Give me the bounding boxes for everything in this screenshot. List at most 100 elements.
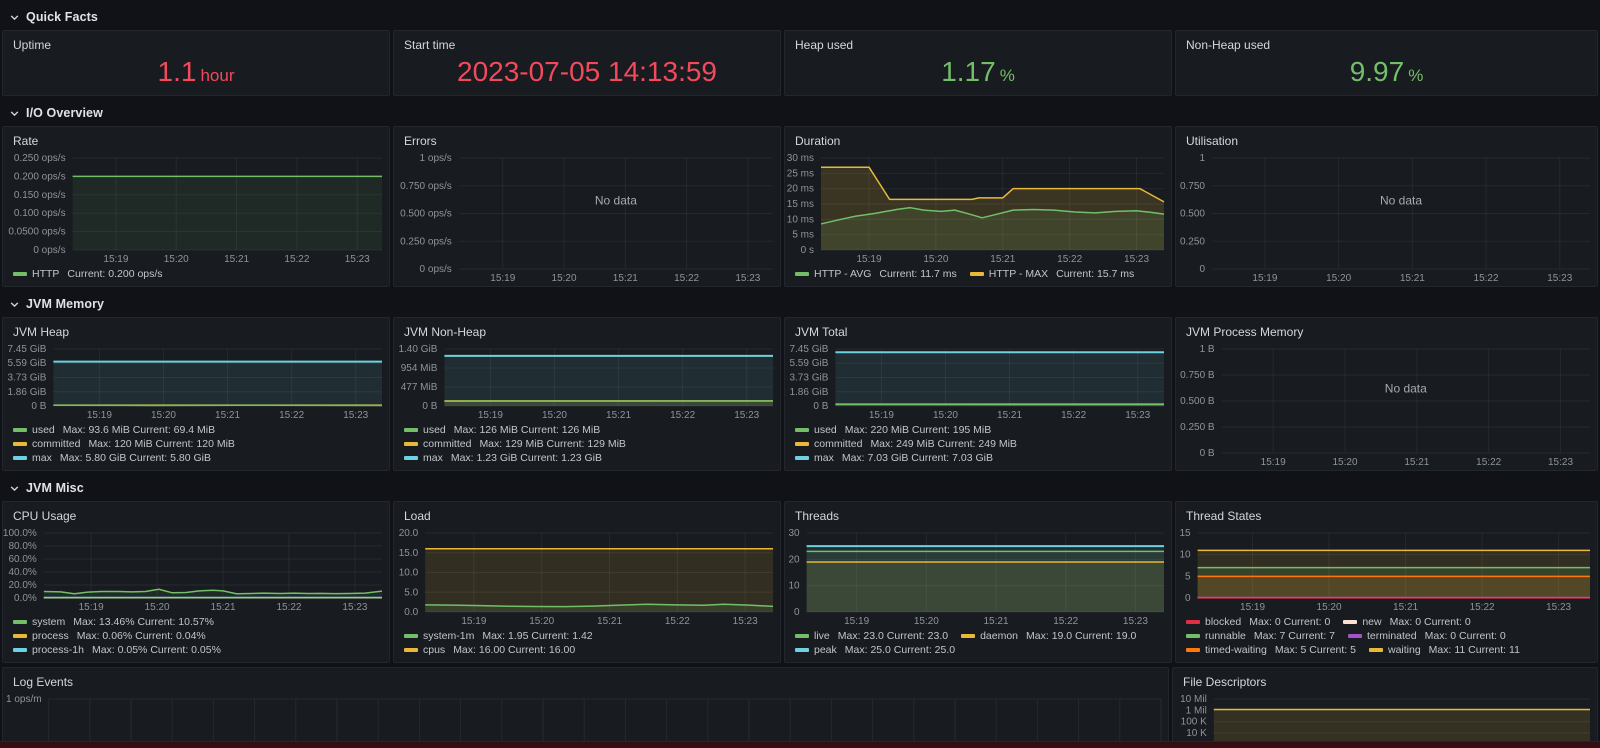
legend-item[interactable]: committedMax: 249 MiB Current: 249 MiB (795, 438, 1017, 450)
legend-item[interactable]: maxMax: 1.23 GiB Current: 1.23 GiB (404, 452, 602, 464)
chart-canvas[interactable]: 1 ops/s0.750 ops/s0.500 ops/s0.250 ops/s… (394, 150, 780, 286)
chart-canvas[interactable]: 15105015:1915:2015:2115:2215:23 (1176, 525, 1597, 615)
legend-item[interactable]: peakMax: 25.0 Current: 25.0 (795, 644, 955, 656)
legend: usedMax: 126 MiB Current: 126 MiB committ… (394, 423, 780, 470)
svg-text:15:21: 15:21 (997, 410, 1022, 421)
section-header-jvm-misc[interactable]: JVM Misc (2, 475, 1598, 501)
legend-item[interactable]: daemonMax: 19.0 Current: 19.0 (961, 630, 1136, 642)
legend-swatch (404, 648, 418, 652)
chart-area[interactable]: 7.45 GiB5.59 GiB3.73 GiB1.86 GiB0 B15:19… (785, 341, 1171, 423)
legend-item[interactable]: system-1mMax: 1.95 Current: 1.42 (404, 630, 593, 642)
legend-label: new (1362, 616, 1381, 628)
panel-title[interactable]: JVM Non-Heap (394, 318, 780, 341)
legend-swatch (13, 428, 27, 432)
svg-text:0: 0 (794, 607, 800, 618)
legend-stats: Max: 7 Current: 7 (1254, 630, 1335, 642)
legend-item[interactable]: waitingMax: 11 Current: 11 (1369, 644, 1520, 656)
chart-area[interactable]: 7.45 GiB5.59 GiB3.73 GiB1.86 GiB0 B15:19… (3, 341, 389, 423)
legend-item[interactable]: maxMax: 5.80 GiB Current: 5.80 GiB (13, 452, 211, 464)
legend-swatch (404, 634, 418, 638)
chart-area[interactable]: 0.250 ops/s0.200 ops/s0.150 ops/s0.100 o… (3, 150, 389, 267)
legend-swatch (795, 634, 809, 638)
chart-area[interactable]: 10 Mil1 Mil100 K10 K (1173, 691, 1597, 748)
legend-item[interactable]: HTTP - AVGCurrent: 11.7 ms (795, 268, 957, 280)
chart-area[interactable]: 10.7500.5000.250015:1915:2015:2115:2215:… (1176, 150, 1597, 286)
legend-item[interactable]: HTTPCurrent: 0.200 ops/s (13, 268, 163, 280)
panel-title[interactable]: File Descriptors (1173, 668, 1597, 691)
chart-canvas[interactable]: 100.0%80.0%60.0%40.0%20.0%0.0%15:1915:20… (3, 525, 389, 615)
panel-title[interactable]: Heap used (785, 31, 1171, 54)
svg-text:0.150 ops/s: 0.150 ops/s (14, 190, 66, 201)
chart-area[interactable]: 15105015:1915:2015:2115:2215:23 (1176, 525, 1597, 615)
legend-item[interactable]: committedMax: 120 MiB Current: 120 MiB (13, 438, 235, 450)
panel-title[interactable]: Rate (3, 127, 389, 150)
legend-swatch (13, 634, 27, 638)
chart-canvas[interactable]: 1 B0.750 B0.500 B0.250 B0 B15:1915:2015:… (1176, 341, 1597, 470)
panel-title[interactable]: JVM Process Memory (1176, 318, 1597, 341)
svg-text:20 ms: 20 ms (787, 184, 814, 195)
panel-title[interactable]: CPU Usage (3, 502, 389, 525)
svg-text:15:22: 15:22 (276, 602, 301, 613)
legend-item[interactable]: cpusMax: 16.00 Current: 16.00 (404, 644, 575, 656)
chart-canvas[interactable]: 302010015:1915:2015:2115:2215:23 (785, 525, 1171, 629)
chart-canvas[interactable]: 10 Mil1 Mil100 K10 K (1173, 691, 1597, 748)
panel-title[interactable]: Duration (785, 127, 1171, 150)
panel-title[interactable]: Uptime (3, 31, 389, 54)
legend-item[interactable]: liveMax: 23.0 Current: 23.0 (795, 630, 948, 642)
stat-value: 1.1 (158, 58, 197, 86)
legend-item[interactable]: terminatedMax: 0 Current: 0 (1348, 630, 1506, 642)
panel-title[interactable]: Errors (394, 127, 780, 150)
legend-item[interactable]: committedMax: 129 MiB Current: 129 MiB (404, 438, 626, 450)
chart-canvas[interactable]: 7.45 GiB5.59 GiB3.73 GiB1.86 GiB0 B15:19… (3, 341, 389, 423)
panel-title[interactable]: JVM Total (785, 318, 1171, 341)
panel-title[interactable]: Non-Heap used (1176, 31, 1597, 54)
svg-text:15:19: 15:19 (461, 616, 486, 627)
legend-item[interactable]: runnableMax: 7 Current: 7 (1186, 630, 1335, 642)
panel-title[interactable]: JVM Heap (3, 318, 389, 341)
legend-item[interactable]: systemMax: 13.46% Current: 10.57% (13, 616, 214, 628)
panel-title[interactable]: Threads (785, 502, 1171, 525)
chart-area[interactable]: 302010015:1915:2015:2115:2215:23 (785, 525, 1171, 629)
chart-area[interactable]: 100.0%80.0%60.0%40.0%20.0%0.0%15:1915:20… (3, 525, 389, 615)
panel-title[interactable]: Log Events (3, 668, 1168, 691)
chart-area[interactable]: 1 ops/s0.750 ops/s0.500 ops/s0.250 ops/s… (394, 150, 780, 286)
chart-canvas[interactable]: 1.40 GiB954 MiB477 MiB0 B15:1915:2015:21… (394, 341, 780, 423)
legend-item[interactable]: process-1hMax: 0.05% Current: 0.05% (13, 644, 221, 656)
section-header-i-o-overview[interactable]: I/O Overview (2, 100, 1598, 126)
chart-area[interactable]: 20.015.010.05.00.015:1915:2015:2115:2215… (394, 525, 780, 629)
chart-canvas[interactable]: 1 ops/m (3, 691, 1168, 748)
chart-canvas[interactable]: 7.45 GiB5.59 GiB3.73 GiB1.86 GiB0 B15:19… (785, 341, 1171, 423)
chart-area[interactable]: 30 ms25 ms20 ms15 ms10 ms5 ms0 s15:1915:… (785, 150, 1171, 267)
svg-text:15:22: 15:22 (279, 410, 304, 421)
legend-item[interactable]: processMax: 0.06% Current: 0.04% (13, 630, 206, 642)
section-header-jvm-memory[interactable]: JVM Memory (2, 291, 1598, 317)
stat-value-wrap: 1.1hour (3, 54, 389, 95)
panel-rate: Rate0.250 ops/s0.200 ops/s0.150 ops/s0.1… (2, 126, 390, 287)
legend-item[interactable]: HTTP - MAXCurrent: 15.7 ms (970, 268, 1135, 280)
legend-item[interactable]: newMax: 0 Current: 0 (1343, 616, 1470, 628)
legend-item[interactable]: maxMax: 7.03 GiB Current: 7.03 GiB (795, 452, 993, 464)
panel-title[interactable]: Utilisation (1176, 127, 1597, 150)
legend: HTTP - AVGCurrent: 11.7 ms HTTP - MAXCurr… (785, 267, 1171, 286)
section-header-quick-facts[interactable]: Quick Facts (2, 4, 1598, 30)
section-title: JVM Misc (26, 481, 84, 495)
svg-text:15:22: 15:22 (665, 616, 690, 627)
legend-item[interactable]: blockedMax: 0 Current: 0 (1186, 616, 1330, 628)
chart-area[interactable]: 1 B0.750 B0.500 B0.250 B0 B15:1915:2015:… (1176, 341, 1597, 470)
legend: HTTPCurrent: 0.200 ops/s (3, 267, 389, 286)
legend-item[interactable]: usedMax: 93.6 MiB Current: 69.4 MiB (13, 424, 215, 436)
chart-area[interactable]: 1 ops/m (3, 691, 1168, 748)
chart-canvas[interactable]: 10.7500.5000.250015:1915:2015:2115:2215:… (1176, 150, 1597, 286)
chart-canvas[interactable]: 20.015.010.05.00.015:1915:2015:2115:2215… (394, 525, 780, 629)
legend-item[interactable]: timed-waitingMax: 5 Current: 5 (1186, 644, 1356, 656)
legend-item[interactable]: usedMax: 126 MiB Current: 126 MiB (404, 424, 600, 436)
panel-title[interactable]: Thread States (1176, 502, 1597, 525)
panel-title[interactable]: Start time (394, 31, 780, 54)
svg-text:0.250: 0.250 (1180, 236, 1205, 247)
panel-title[interactable]: Load (394, 502, 780, 525)
chart-canvas[interactable]: 30 ms25 ms20 ms15 ms10 ms5 ms0 s15:1915:… (785, 150, 1171, 267)
chart-canvas[interactable]: 0.250 ops/s0.200 ops/s0.150 ops/s0.100 o… (3, 150, 389, 267)
legend-item[interactable]: usedMax: 220 MiB Current: 195 MiB (795, 424, 991, 436)
panel-duration: Duration30 ms25 ms20 ms15 ms10 ms5 ms0 s… (784, 126, 1172, 287)
chart-area[interactable]: 1.40 GiB954 MiB477 MiB0 B15:1915:2015:21… (394, 341, 780, 423)
